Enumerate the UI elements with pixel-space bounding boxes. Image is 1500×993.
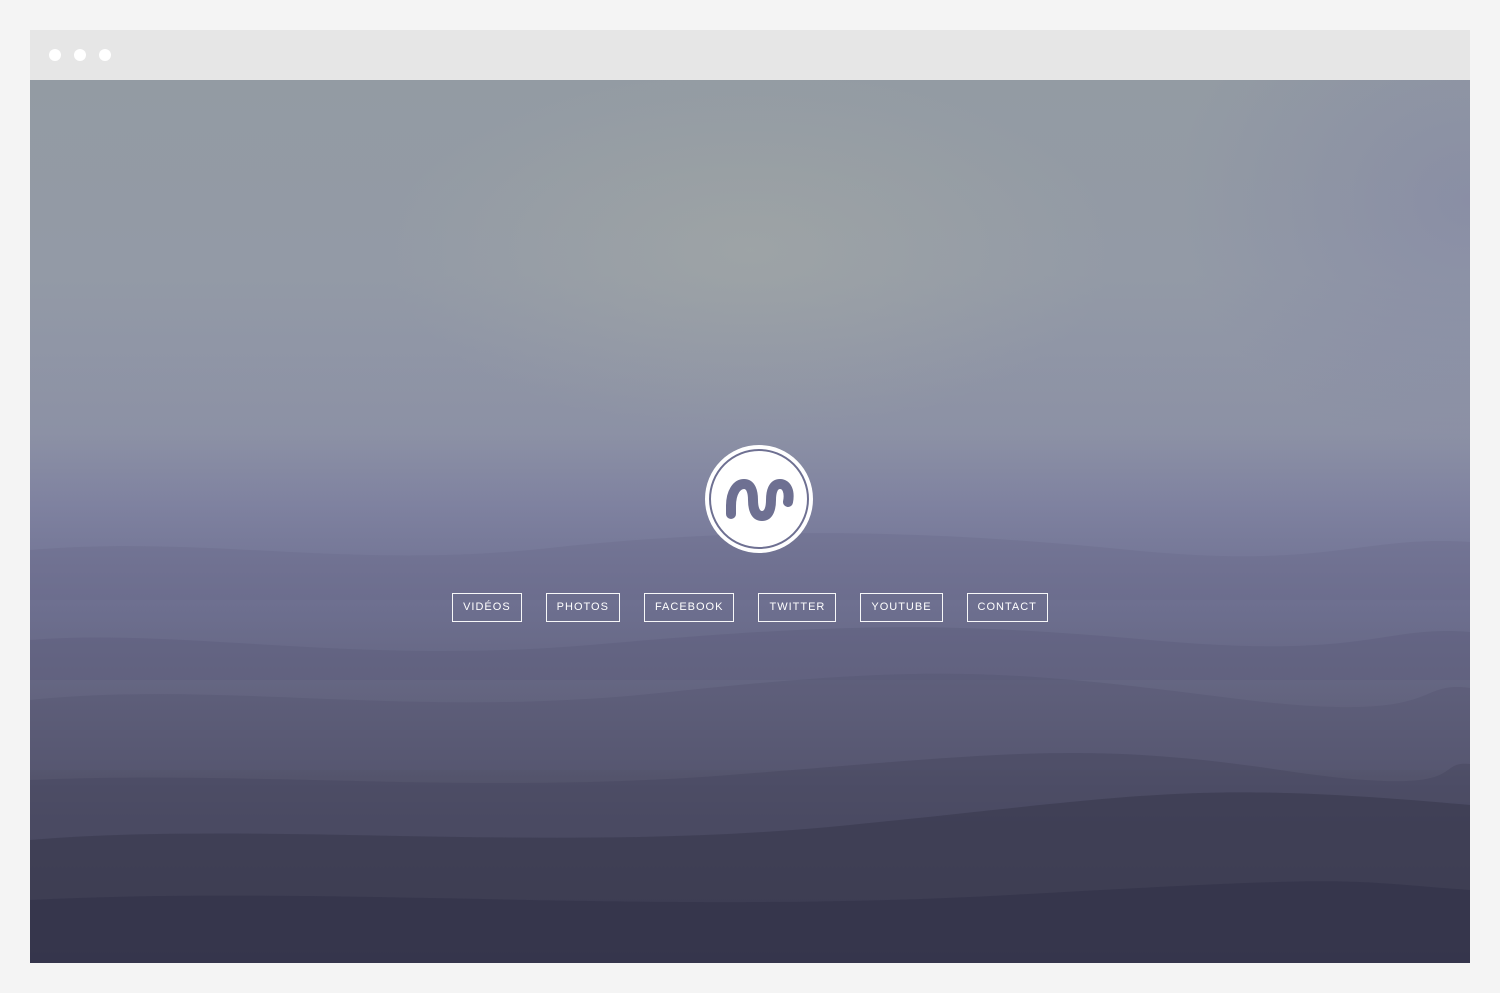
window-minimize-dot[interactable] bbox=[74, 49, 86, 61]
window-close-dot[interactable] bbox=[49, 49, 61, 61]
hero-background: VIDÉOS PHOTOS FACEBOOK TWITTER YOUTUBE C… bbox=[30, 80, 1470, 963]
nav-button-contact[interactable]: CONTACT bbox=[966, 593, 1048, 622]
nav-button-twitter[interactable]: TWITTER bbox=[758, 593, 837, 622]
nav-button-facebook[interactable]: FACEBOOK bbox=[643, 593, 735, 622]
nav-button-youtube[interactable]: YOUTUBE bbox=[860, 593, 943, 622]
window-maximize-dot[interactable] bbox=[99, 49, 111, 61]
wm-monogram-icon[interactable] bbox=[704, 444, 814, 554]
nav-button-photos[interactable]: PHOTOS bbox=[545, 593, 620, 622]
main-nav: VIDÉOS PHOTOS FACEBOOK TWITTER YOUTUBE C… bbox=[30, 593, 1470, 622]
browser-window: VIDÉOS PHOTOS FACEBOOK TWITTER YOUTUBE C… bbox=[30, 30, 1470, 963]
browser-titlebar bbox=[30, 30, 1470, 80]
nav-button-videos[interactable]: VIDÉOS bbox=[452, 593, 522, 622]
